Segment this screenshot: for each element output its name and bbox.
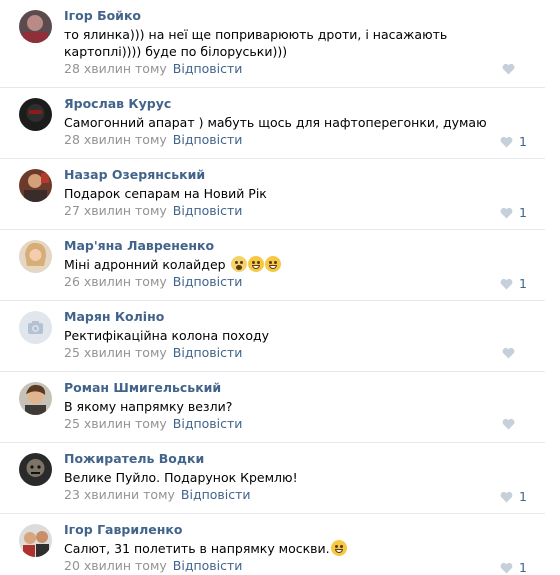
avatar[interactable] [19,98,52,131]
reply-link[interactable]: Відповісти [181,487,251,502]
avatar-photo [19,382,52,415]
comment-time[interactable]: 26 хвилин тому [64,274,167,289]
like-count: 1 [519,276,527,291]
comment-meta: 23 хвилини тому Відповісти [64,487,251,502]
avatar-photo [19,169,52,202]
avatar-photo [19,524,52,557]
reply-link[interactable]: Відповісти [173,61,243,76]
like-button[interactable] [502,347,527,359]
reply-link[interactable]: Відповісти [173,132,243,147]
comment-text: Подарок сепарам на Новий Рік [64,186,267,201]
comment-text: Самогонний апарат ) мабуть щось для нафт… [64,115,487,130]
grin-emoji-icon [264,256,281,272]
avatar-photo [19,98,52,131]
heart-icon [500,562,513,573]
comment-meta: 25 хвилин тому Відповісти [64,416,242,431]
avatar[interactable] [19,453,52,486]
like-count: 1 [519,205,527,220]
heart-icon [502,418,515,430]
comment-item: Пожиратель Водки Велике Пуйло. Подарунок… [0,443,545,514]
heart-icon [500,491,513,502]
camera-placeholder-icon [19,311,52,344]
comment-meta: 26 хвилин тому Відповісти [64,274,242,289]
comment-time[interactable]: 25 хвилин тому [64,416,167,431]
comment-author[interactable]: Марян Коліно [64,309,164,324]
comment-meta: 28 хвилин тому Відповісти [64,132,242,147]
comment-text-content: Салют, 31 полетить в напрямку москви. [64,541,330,556]
comment-item: Ігор Гавриленко Салют, 31 полетить в нап… [0,514,545,575]
avatar[interactable] [19,311,52,344]
comment-text-content: Міні адронний колайдер [64,257,226,272]
comment-author[interactable]: Мар'яна Лаврененко [64,238,214,253]
avatar[interactable] [19,10,52,43]
comment-text: Велике Пуйло. Подарунок Кремлю! [64,470,298,485]
like-button[interactable] [502,418,527,430]
reply-link[interactable]: Відповісти [173,274,243,289]
like-button[interactable]: 1 [500,560,527,575]
like-button[interactable]: 1 [500,205,527,220]
comment-item: Марян Коліно Ректифікаційна колона поход… [0,301,545,372]
heart-icon [502,347,515,359]
comment-text: В якому напрямку везли? [64,399,233,414]
comment-time[interactable]: 25 хвилин тому [64,345,167,360]
like-count: 1 [519,134,527,149]
avatar[interactable] [19,169,52,202]
comment-time[interactable]: 28 хвилин тому [64,132,167,147]
comment-author[interactable]: Пожиратель Водки [64,451,204,466]
comment-text: Ректифікаційна колона походу [64,328,270,343]
avatar[interactable] [19,524,52,557]
comment-time[interactable]: 28 хвилин тому [64,61,167,76]
comment-author[interactable]: Ігор Бойко [64,8,141,23]
comment-meta: 28 хвилин тому Відповісти [64,61,242,76]
avatar-photo [19,10,52,43]
avatar[interactable] [19,382,52,415]
comment-time[interactable]: 23 хвилини тому [64,487,175,502]
laughing-emoji-icon [330,540,347,556]
avatar[interactable] [19,240,52,273]
comment-text: Міні адронний колайдер [64,256,524,273]
comment-author[interactable]: Ярослав Курус [64,96,171,111]
comment-meta: 25 хвилин тому Відповісти [64,345,242,360]
avatar-photo [19,240,52,273]
comment-item: Назар Озерянський Подарок сепарам на Нов… [0,159,545,230]
comment-text: Салют, 31 полетить в напрямку москви. [64,540,524,557]
like-button[interactable]: 1 [500,276,527,291]
heart-icon [502,63,515,75]
comment-item: Ярослав Курус Самогонний апарат ) мабуть… [0,88,545,159]
like-button[interactable] [502,63,527,75]
reply-link[interactable]: Відповісти [173,203,243,218]
comment-item: Ігор Бойко то ялинка))) на неї ще поприв… [0,0,545,88]
comment-author[interactable]: Роман Шмигельський [64,380,221,395]
comment-author[interactable]: Ігор Гавриленко [64,522,182,537]
comment-author[interactable]: Назар Озерянський [64,167,205,182]
heart-icon [500,278,513,289]
comment-text: то ялинка))) на неї ще поприварюють дрот… [64,27,448,59]
avatar-photo [19,453,52,486]
heart-icon [500,207,513,218]
comment-time[interactable]: 27 хвилин тому [64,203,167,218]
like-count: 1 [519,560,527,575]
like-button[interactable]: 1 [500,134,527,149]
comment-meta: 27 хвилин тому Відповісти [64,203,242,218]
reply-link[interactable]: Відповісти [173,416,243,431]
like-count: 1 [519,489,527,504]
scream-emoji-icon [230,256,247,272]
reply-link[interactable]: Відповісти [173,345,243,360]
grin-emoji-icon [247,256,264,272]
comment-item: Роман Шмигельський В якому напрямку везл… [0,372,545,443]
heart-icon [500,136,513,147]
like-button[interactable]: 1 [500,489,527,504]
comment-item: Мар'яна Лаврененко Міні адронний колайде… [0,230,545,301]
